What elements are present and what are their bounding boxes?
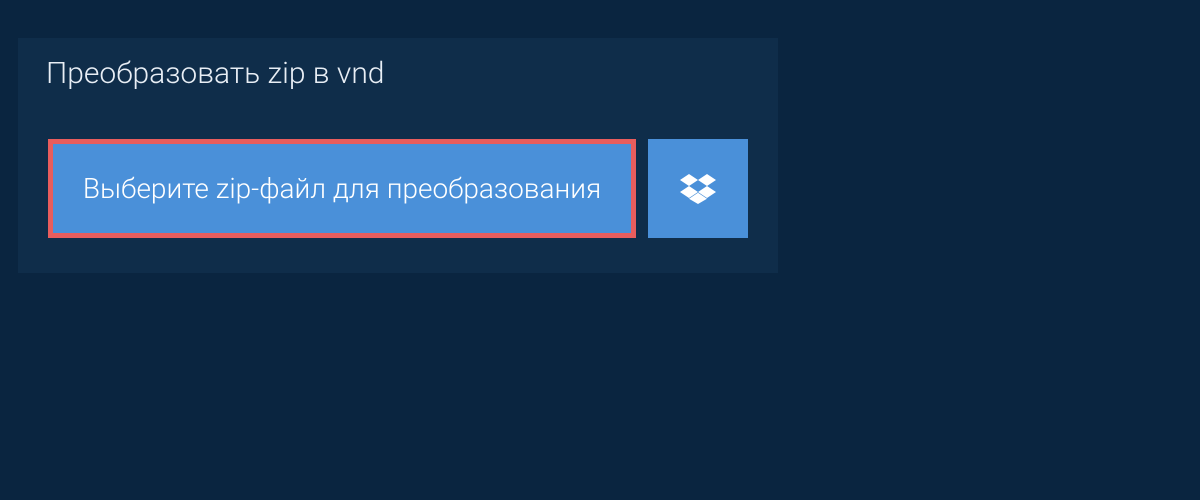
upload-area: Выберите zip-файл для преобразования <box>18 109 778 273</box>
dropbox-icon <box>680 171 716 207</box>
converter-panel: Преобразовать zip в vnd Выберите zip-фай… <box>18 38 778 273</box>
dropbox-button[interactable] <box>648 139 748 238</box>
select-file-label: Выберите zip-файл для преобразования <box>83 172 601 205</box>
page-title: Преобразовать zip в vnd <box>18 38 412 109</box>
select-file-button[interactable]: Выберите zip-файл для преобразования <box>48 139 636 238</box>
